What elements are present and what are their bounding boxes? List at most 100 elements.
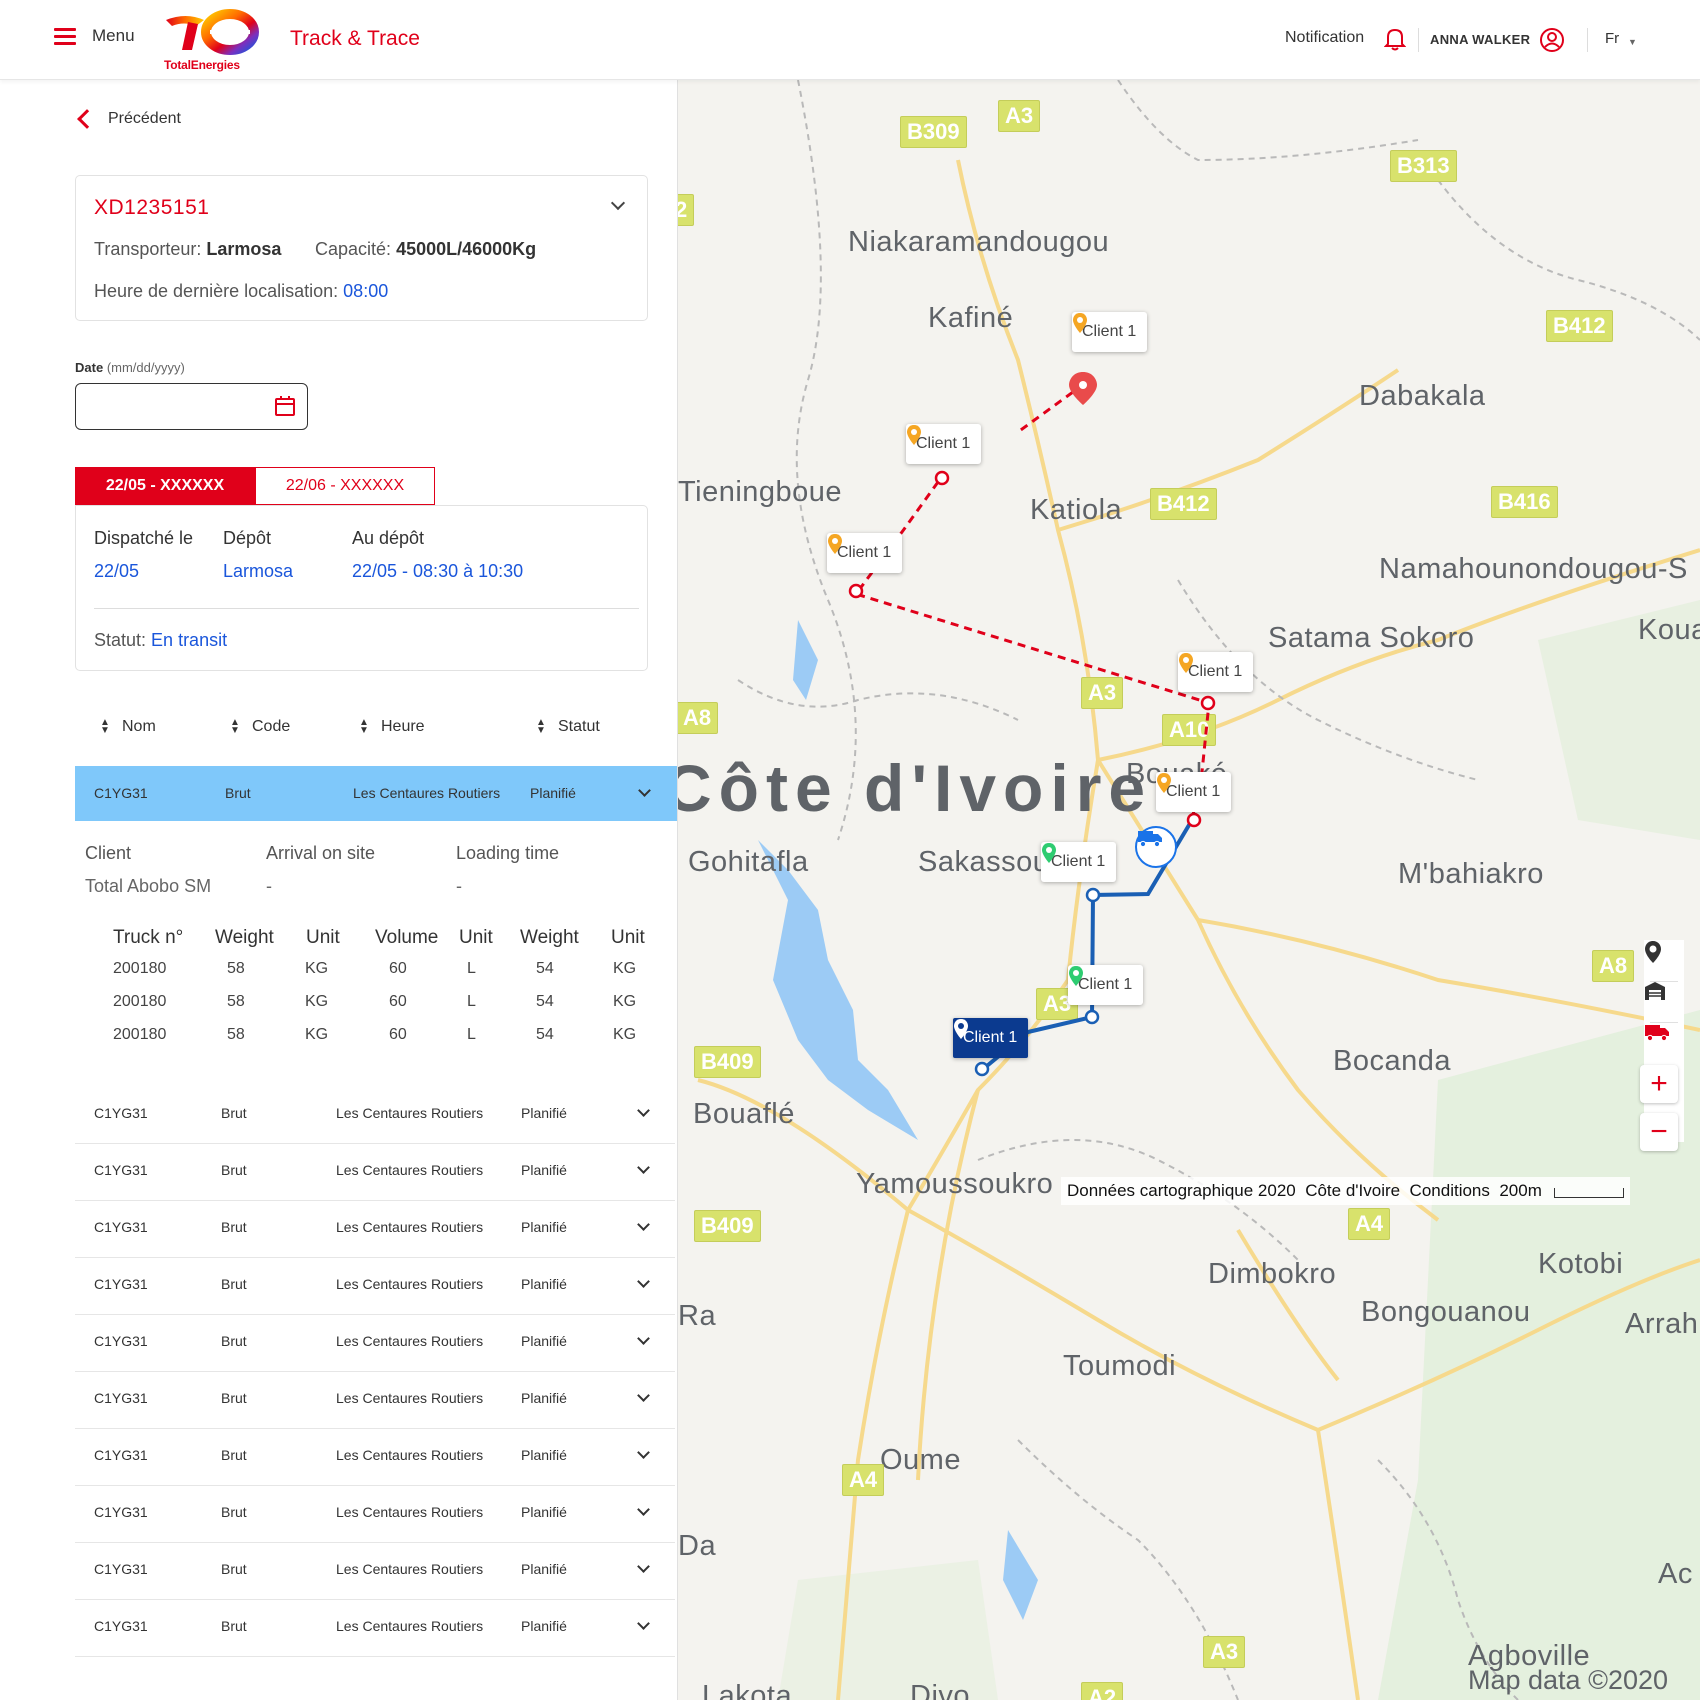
map-view[interactable]: Niakaramandougou Kafiné Dabakala Tiening… — [678, 80, 1700, 1700]
map-copyright: Map data ©2020 — [1468, 1665, 1669, 1695]
tab-22-06[interactable]: 22/06 - XXXXXX — [255, 467, 435, 505]
location-pin-icon — [1042, 843, 1056, 863]
date-tabs: 22/05 - XXXXXX 22/06 - XXXXXX — [75, 467, 435, 505]
back-button[interactable]: Précédent — [77, 109, 181, 129]
table-row[interactable]: C1YG31 Brut Les Centaures Routiers Plani… — [75, 1087, 675, 1144]
chevron-down-icon[interactable] — [637, 1560, 650, 1573]
table-row[interactable]: C1YG31 Brut Les Centaures Routiers Plani… — [75, 1486, 675, 1543]
chevron-down-icon[interactable] — [637, 1617, 650, 1630]
calendar-icon[interactable] — [273, 394, 297, 423]
date-label-text: Date — [75, 360, 104, 375]
app-title: Track & Trace — [290, 27, 420, 50]
client-popup[interactable]: Client 1 — [906, 424, 982, 464]
client-popup[interactable]: Client 1 — [1072, 312, 1148, 352]
sort-icon: ▲ ▼ — [536, 717, 546, 736]
column-header-heure[interactable]: ▲ ▼ Heure — [359, 718, 425, 736]
loading-label: Loading time — [456, 843, 560, 863]
user-name[interactable]: ANNA WALKER — [1430, 32, 1530, 47]
conditions-link[interactable]: Conditions — [1410, 1181, 1490, 1201]
client-popup-selected[interactable]: Client 1 — [953, 1018, 1029, 1058]
popup-label: Client 1 — [1166, 783, 1221, 800]
zoom-in-button[interactable]: + — [1640, 1065, 1678, 1103]
menu-button[interactable]: Menu — [54, 26, 135, 46]
chevron-down-icon[interactable] — [637, 1218, 650, 1231]
client-popup[interactable]: Client 1 — [1178, 652, 1254, 692]
chevron-down-icon[interactable] — [637, 1332, 650, 1345]
table-row[interactable]: C1YG31 Brut Les Centaures Routiers Plani… — [75, 1201, 675, 1258]
chevron-down-icon[interactable] — [637, 1389, 650, 1402]
shipment-summary-card: XD1235151 Transporteur: Larmosa Capacité… — [75, 175, 648, 321]
scale-label: 200m — [1499, 1181, 1542, 1200]
chevron-down-icon[interactable] — [637, 1104, 650, 1117]
truck-position-marker[interactable] — [1135, 826, 1177, 868]
cell-code: Brut — [221, 1219, 247, 1235]
table-row[interactable]: C1YG31 Brut Les Centaures Routiers Plani… — [75, 1258, 675, 1315]
date-field[interactable] — [75, 383, 308, 430]
logo-mark-icon — [166, 9, 259, 55]
dispatched-value: 22/05 — [94, 561, 140, 581]
column-label: Statut — [558, 718, 600, 735]
popup-label: Client 1 — [1082, 323, 1137, 340]
sub-cell: 54 — [536, 1026, 554, 1043]
sub-cell: KG — [613, 993, 637, 1010]
cell-heure: Les Centaures Routiers — [336, 1618, 484, 1634]
client-popup[interactable]: Client 1 — [827, 533, 903, 573]
sub-header: Weight — [520, 927, 579, 948]
location-pin-icon — [907, 425, 921, 445]
column-header-code[interactable]: ▲ ▼ Code — [230, 718, 290, 736]
truck-filter-icon[interactable] — [1644, 1022, 1684, 1062]
table-row[interactable]: C1YG31 Brut Les Centaures Routiers Plani… — [75, 1144, 675, 1201]
cell-statut: Planifié — [521, 1105, 567, 1121]
route-layer — [848, 372, 1216, 1077]
column-header-statut[interactable]: ▲ ▼ Statut — [536, 718, 600, 736]
cell-nom: C1YG31 — [94, 1561, 148, 1577]
cell-code: Brut — [221, 1162, 247, 1178]
pin-filter-icon[interactable] — [1644, 940, 1684, 980]
location-pin-icon — [1179, 653, 1193, 673]
header-divider — [1418, 28, 1419, 52]
cell-nom: C1YG31 — [94, 1333, 148, 1349]
chevron-down-icon[interactable]: ▼ — [1628, 37, 1637, 47]
client-popup[interactable]: Client 1 — [1041, 842, 1117, 882]
bell-icon[interactable] — [1383, 27, 1407, 56]
notification-label[interactable]: Notification — [1285, 29, 1364, 47]
client-popup[interactable]: Client 1 — [1156, 772, 1232, 812]
chevron-down-icon[interactable] — [637, 1446, 650, 1459]
column-label: Nom — [122, 718, 156, 735]
table-row[interactable]: C1YG31 Brut Les Centaures Routiers Plani… — [75, 1315, 675, 1372]
date-label: Date (mm/dd/yyyy) — [75, 360, 185, 375]
cell-nom: C1YG31 — [94, 1618, 148, 1634]
chevron-down-icon[interactable] — [610, 195, 626, 211]
chevron-down-icon[interactable] — [637, 1275, 650, 1288]
sub-cell: KG — [613, 960, 637, 977]
cell-statut: Planifié — [521, 1276, 567, 1292]
menu-label: Menu — [92, 26, 135, 45]
column-label: Code — [252, 718, 291, 735]
chevron-down-icon[interactable] — [638, 784, 651, 797]
totalenergies-logo[interactable]: TotalEnergies — [162, 6, 262, 72]
cell-code: Brut — [221, 1333, 247, 1349]
client-popup[interactable]: Client 1 — [1068, 965, 1144, 1005]
table-row[interactable]: C1YG31 Brut Les Centaures Routiers Plani… — [75, 1372, 675, 1429]
zoom-out-button[interactable]: − — [1640, 1113, 1678, 1151]
cell-nom: C1YG31 — [94, 1162, 148, 1178]
table-row[interactable]: C1YG31 Brut Les Centaures Routiers Plani… — [75, 1600, 675, 1657]
table-row[interactable]: C1YG31 Brut Les Centaures Routiers Plani… — [75, 1429, 675, 1486]
column-header-nom[interactable]: ▲ ▼ Nom — [100, 718, 156, 736]
user-account-icon[interactable] — [1539, 27, 1565, 58]
language-selector[interactable]: Fr — [1605, 30, 1619, 47]
chevron-down-icon[interactable] — [637, 1503, 650, 1516]
cell-heure: Les Centaures Routiers — [336, 1447, 484, 1463]
sub-cell: 60 — [389, 993, 407, 1010]
tab-22-05[interactable]: 22/05 - XXXXXX — [75, 467, 255, 505]
chevron-down-icon[interactable] — [637, 1161, 650, 1174]
table-row-selected[interactable]: C1YG31 Brut Les Centaures Routiers Plani… — [75, 766, 677, 821]
table-row[interactable]: C1YG31 Brut Les Centaures Routiers Plani… — [75, 1543, 675, 1600]
depot-filter-icon[interactable] — [1644, 981, 1684, 1021]
at-depot-label: Au dépôt — [352, 528, 425, 548]
column-label: Heure — [381, 718, 425, 735]
depot-label: Dépôt — [223, 528, 272, 548]
location-pin-icon — [1069, 966, 1083, 986]
sub-cell: 200180 — [113, 960, 167, 977]
cell-code: Brut — [221, 1105, 247, 1121]
